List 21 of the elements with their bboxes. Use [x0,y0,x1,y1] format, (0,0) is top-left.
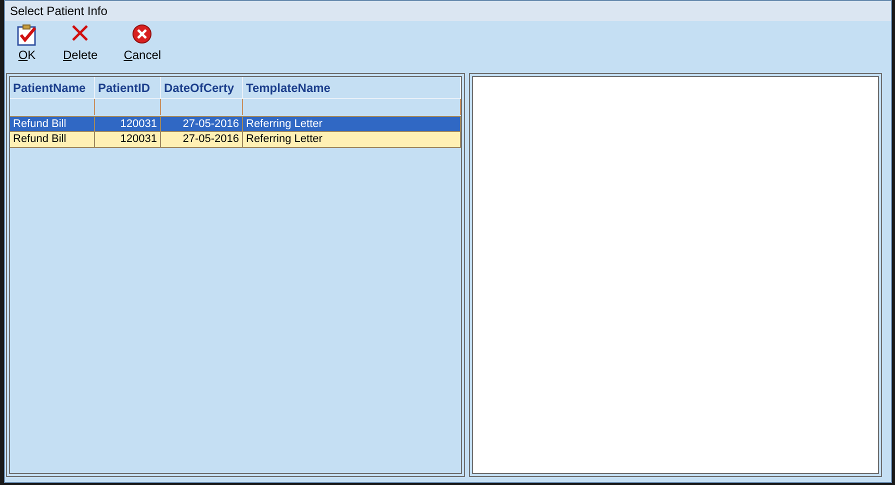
table-row[interactable]: Refund Bill 120031 27-05-2016 Referring Letter [10,116,461,132]
ok-button[interactable]: OK [15,24,39,64]
table-cell: 120031 [95,132,161,147]
table-cell: 27-05-2016 [161,132,243,147]
delete-button[interactable]: Delete [61,24,100,64]
table-cell: Refund Bill [10,117,95,131]
window-title: Select Patient Info [10,3,108,20]
cancel-icon [132,24,152,44]
table-cell: Refund Bill [10,132,95,147]
column-header[interactable]: DateOfCerty [161,77,243,98]
column-header[interactable]: PatientName [10,77,95,98]
table-cell: 27-05-2016 [161,117,243,131]
table-row[interactable]: Refund Bill 120031 27-05-2016 Referring Letter [10,132,461,148]
column-header[interactable]: PatientID [95,77,161,98]
table-cell: Referring Letter [243,132,461,147]
table-cell: 120031 [95,117,161,131]
cross-icon [71,24,90,42]
cancel-button[interactable]: Cancel [122,24,164,64]
table-cell: Referring Letter [243,117,461,131]
column-header[interactable]: TemplateName [243,77,461,98]
clipboard-check-icon [17,24,37,46]
